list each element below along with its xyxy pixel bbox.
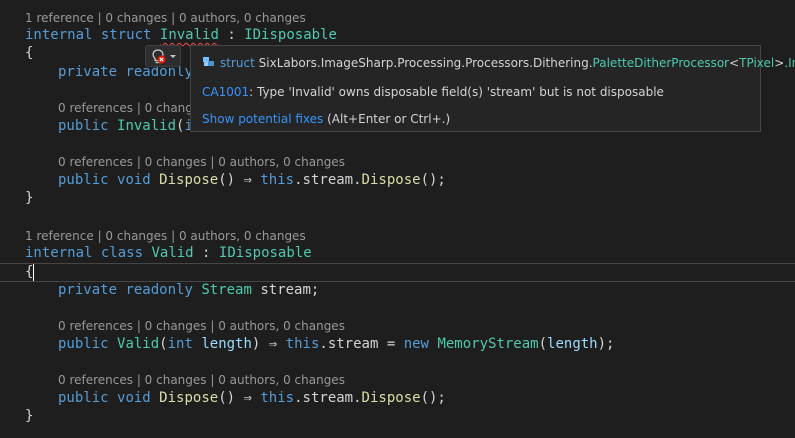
code-line-valid-field: private readonly Stream stream; xyxy=(58,282,320,298)
struct-icon xyxy=(203,57,214,66)
codelens-valid-ctor[interactable]: 0 references | 0 changes | 0 authors, 0 … xyxy=(58,319,345,333)
quick-actions-button[interactable] xyxy=(145,45,181,67)
codelens-invalid-dispose[interactable]: 0 references | 0 changes | 0 authors, 0 … xyxy=(58,155,345,169)
codelens-valid-dispose[interactable]: 0 references | 0 changes | 0 authors, 0 … xyxy=(58,373,345,387)
code-line-invalid-ctor: public Invalid(i xyxy=(58,118,193,134)
rule-id-link[interactable]: CA1001 xyxy=(202,85,249,99)
tooltip-fix-row: Show potential fixes (Alt+Enter or Ctrl+… xyxy=(202,112,451,126)
codelens-invalid[interactable]: 1 reference | 0 changes | 0 authors, 0 c… xyxy=(25,11,306,25)
code-line-valid-decl: internal class Valid : IDisposable xyxy=(25,245,312,261)
code-line-valid-ctor: public Valid(int length) ⇒ this.stream =… xyxy=(58,336,615,352)
text-cursor xyxy=(33,264,34,281)
code-line-brace-close-2: } xyxy=(25,408,34,424)
hover-tooltip: struct SixLabors.ImageSharp.Processing.P… xyxy=(190,45,795,132)
codelens-invalid-ctor[interactable]: 0 references | 0 changes xyxy=(58,101,207,115)
code-line-brace-open-1: { xyxy=(25,45,34,61)
code-line-valid-dispose: public void Dispose() ⇒ this.stream.Disp… xyxy=(58,390,446,406)
invalid-type-name[interactable]: Invalid xyxy=(160,27,219,43)
tooltip-diagnostic: CA1001: Type 'Invalid' owns disposable f… xyxy=(202,85,664,99)
chevron-down-icon xyxy=(170,55,176,58)
current-line-highlight xyxy=(0,263,795,282)
lightbulb-error-icon xyxy=(152,49,176,64)
tooltip-signature: struct SixLabors.ImageSharp.Processing.P… xyxy=(202,55,795,71)
code-line-invalid-dispose: public void Dispose() ⇒ this.stream.Disp… xyxy=(58,172,446,188)
show-fixes-link[interactable]: Show potential fixes xyxy=(202,112,323,126)
codelens-valid[interactable]: 1 reference | 0 changes | 0 authors, 0 c… xyxy=(25,229,306,243)
code-line-invalid-decl: internal struct Invalid : IDisposable xyxy=(25,27,337,43)
code-line-brace-close-1: } xyxy=(25,190,34,206)
